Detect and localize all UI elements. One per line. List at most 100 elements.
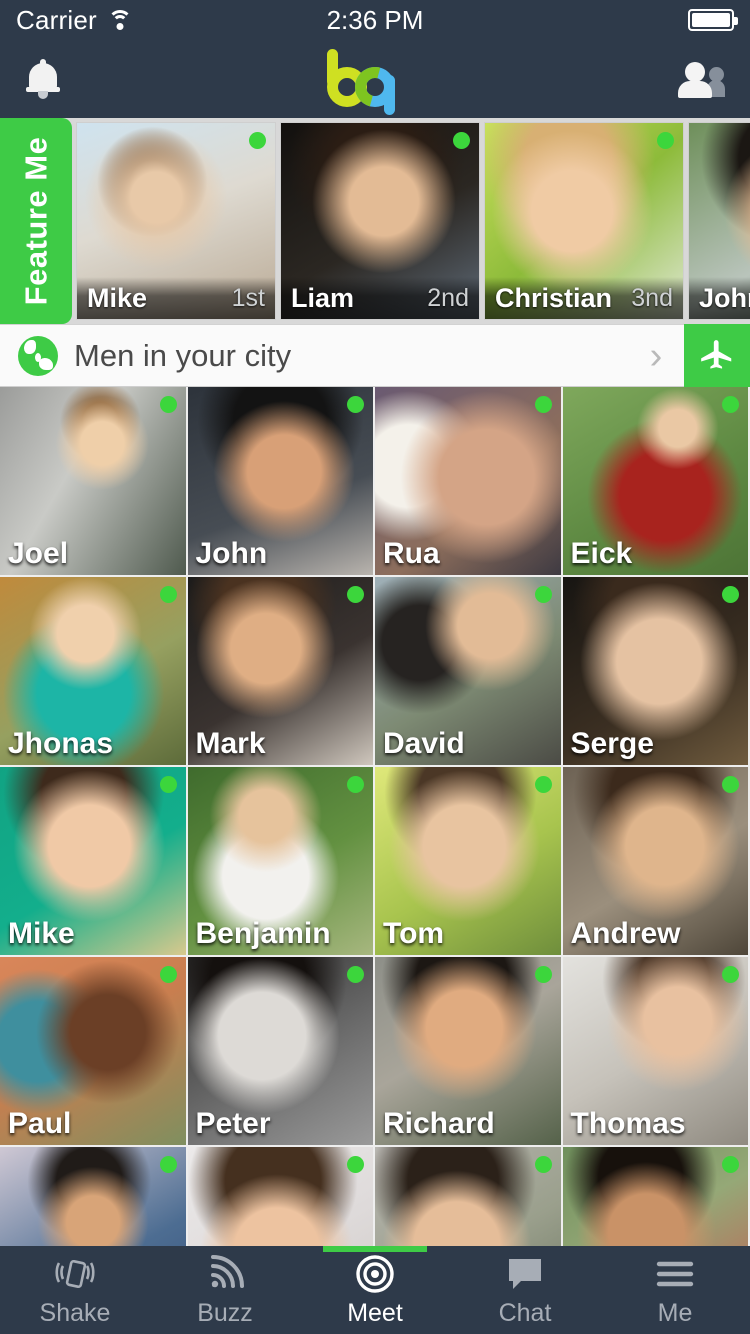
status-bar-right — [688, 9, 738, 31]
chevron-right-icon[interactable]: › — [636, 337, 676, 375]
online-indicator — [534, 396, 552, 413]
online-indicator — [722, 396, 739, 413]
user-name: Mike — [8, 917, 75, 950]
online-indicator — [347, 1156, 364, 1173]
user-cell[interactable]: Jhonas — [0, 577, 188, 767]
user-cell[interactable]: Mike — [0, 767, 188, 957]
featured-card[interactable]: Christian 3nd — [484, 122, 684, 320]
featured-rank: 2nd — [427, 283, 469, 312]
online-indicator — [249, 132, 266, 149]
tab-chat[interactable]: Chat — [450, 1246, 600, 1334]
hamburger-menu-icon — [655, 1253, 695, 1295]
tab-buzz[interactable]: Buzz — [150, 1246, 300, 1334]
user-name: Peter — [195, 1107, 271, 1140]
featured-rank: 3nd — [631, 283, 673, 312]
feature-me-label: Feature Me — [18, 136, 54, 306]
user-name: Joel — [8, 537, 69, 570]
app-screen: Carrier 2:36 PM Feature Me Mike 1st Liam… — [0, 0, 750, 1334]
user-cell[interactable]: Mark — [187, 577, 375, 767]
user-cell[interactable]: Tom — [375, 767, 563, 957]
online-indicator — [159, 776, 177, 793]
featured-card[interactable]: Mike 1st — [76, 122, 276, 320]
online-indicator — [159, 1156, 177, 1173]
user-name: Richard — [383, 1107, 495, 1140]
user-cell[interactable]: Peter — [187, 957, 375, 1147]
rss-waves-icon — [206, 1253, 244, 1295]
user-cell[interactable]: John — [187, 387, 375, 577]
online-indicator — [534, 776, 552, 793]
people-icon[interactable] — [676, 59, 725, 99]
user-name: Benjamin — [195, 917, 331, 950]
online-indicator — [159, 396, 177, 413]
battery-icon — [688, 9, 738, 31]
user-cell[interactable]: David — [375, 577, 563, 767]
online-indicator — [722, 586, 739, 603]
tab-label: Me — [657, 1298, 693, 1327]
featured-name-bar: John — [689, 277, 750, 319]
online-indicator — [159, 966, 177, 983]
featured-name: Mike — [87, 282, 148, 313]
online-indicator — [534, 586, 552, 603]
online-indicator — [722, 776, 739, 793]
user-cell[interactable]: Thomas — [562, 957, 750, 1147]
featured-card[interactable]: John — [688, 122, 750, 320]
tab-meet[interactable]: Meet — [300, 1246, 450, 1334]
user-grid: Joel John Rua Eick Jhonas Mark David Ser… — [0, 387, 750, 1334]
featured-card[interactable]: Liam 2nd — [280, 122, 480, 320]
online-indicator — [347, 396, 364, 413]
shake-phone-icon — [54, 1253, 96, 1295]
user-cell[interactable]: Eick — [562, 387, 750, 577]
tab-label: Buzz — [197, 1298, 253, 1327]
online-indicator — [347, 966, 364, 983]
globe-icon — [18, 335, 58, 376]
user-name: Eick — [570, 537, 633, 570]
user-cell[interactable]: Paul — [0, 957, 188, 1147]
tab-label: Shake — [39, 1298, 111, 1327]
location-label: Men in your city — [74, 337, 292, 373]
tab-label: Meet — [347, 1298, 403, 1327]
featured-name: Liam — [291, 282, 355, 313]
tab-shake[interactable]: Shake — [0, 1246, 150, 1334]
user-cell[interactable]: Serge — [562, 577, 750, 767]
status-bar: Carrier 2:36 PM — [0, 0, 750, 40]
featured-strip: Feature Me Mike 1st Liam 2nd Christian 3… — [0, 118, 750, 324]
online-indicator — [722, 1156, 739, 1173]
online-indicator — [453, 132, 470, 149]
online-indicator — [347, 586, 364, 603]
tab-bar: Shake Buzz Meet Chat Me — [0, 1246, 750, 1334]
location-bar[interactable]: Men in your city › — [0, 324, 750, 387]
bell-icon[interactable] — [26, 59, 60, 99]
featured-name-bar: Mike 1st — [77, 277, 275, 319]
user-cell[interactable]: Andrew — [562, 767, 750, 957]
user-cell[interactable]: Richard — [375, 957, 563, 1147]
online-indicator — [534, 1156, 552, 1173]
featured-rank: 1st — [231, 283, 265, 312]
user-cell[interactable]: Joel — [0, 387, 188, 577]
featured-name-bar: Liam 2nd — [281, 277, 479, 319]
speech-bubble-icon — [505, 1253, 545, 1295]
bq-logo — [315, 49, 435, 115]
tab-label: Chat — [498, 1298, 552, 1327]
user-name: David — [383, 727, 465, 760]
user-name: Rua — [383, 537, 440, 570]
online-indicator — [347, 776, 364, 793]
featured-name-bar: Christian 3nd — [485, 277, 683, 319]
tab-me[interactable]: Me — [600, 1246, 750, 1334]
online-indicator — [159, 586, 177, 603]
airplane-icon[interactable] — [684, 324, 750, 387]
user-name: Jhonas — [8, 727, 114, 760]
target-icon — [354, 1253, 396, 1295]
online-indicator — [534, 966, 552, 983]
user-name: Serge — [570, 727, 654, 760]
featured-name: Christian — [495, 282, 613, 313]
status-bar-time: 2:36 PM — [326, 4, 424, 35]
feature-me-button[interactable]: Feature Me — [0, 118, 72, 324]
user-name: Mark — [195, 727, 266, 760]
online-indicator — [722, 966, 739, 983]
user-cell[interactable]: Rua — [375, 387, 563, 577]
user-name: Paul — [8, 1107, 72, 1140]
user-cell[interactable]: Benjamin — [187, 767, 375, 957]
featured-name: John — [699, 282, 750, 313]
nav-bar — [0, 40, 750, 118]
user-name: Thomas — [570, 1107, 686, 1140]
